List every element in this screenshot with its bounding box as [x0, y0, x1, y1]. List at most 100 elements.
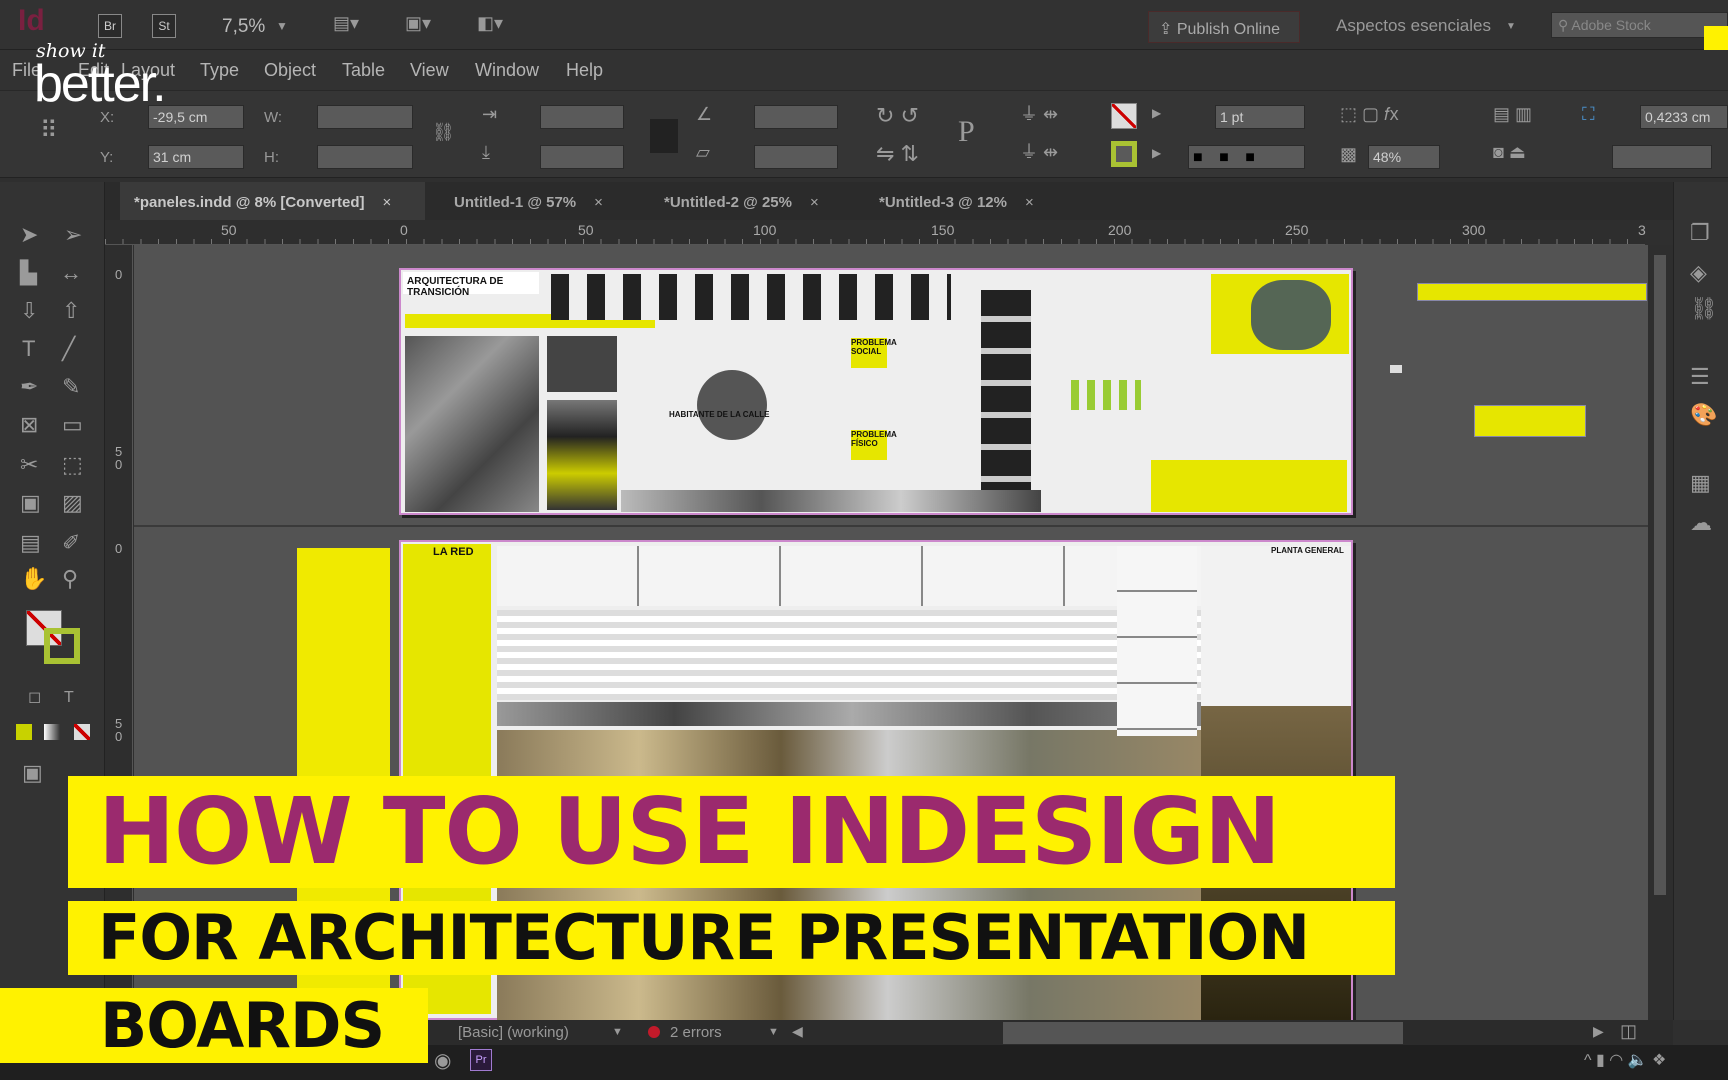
select-container-icon[interactable]: ⏚ ⇹ [1020, 105, 1058, 123]
scissors-tool-icon[interactable]: ✂ [20, 454, 38, 476]
direct-selection-tool-icon[interactable]: ➢ [64, 224, 82, 246]
selection-tool-icon[interactable]: ➤ [20, 224, 38, 246]
menu-object[interactable]: Object [264, 60, 316, 81]
stroke-panel-icon[interactable]: ☰ [1690, 366, 1710, 388]
select-content-icon[interactable]: ⏚ ⇹ [1020, 143, 1058, 161]
apply-color-icon[interactable] [16, 724, 32, 740]
apply-gradient-icon[interactable] [44, 724, 60, 740]
apply-none-icon[interactable] [74, 724, 90, 740]
stroke-swatch[interactable] [1111, 141, 1137, 167]
y-field[interactable]: 31 cm [148, 145, 244, 169]
publish-online-button[interactable]: ⇪ Publish Online [1148, 11, 1300, 43]
menu-view[interactable]: View [410, 60, 449, 81]
text-wrap-icon[interactable]: ▤ ▥ [1493, 105, 1532, 123]
layers-panel-icon[interactable]: ◈ [1690, 262, 1707, 284]
reference-p-icon[interactable]: P [958, 117, 975, 147]
gradient-feather-tool-icon[interactable]: ▨ [62, 492, 83, 514]
stroke-weight-field[interactable]: 1 pt [1215, 105, 1305, 129]
tab-untitled-1[interactable]: Untitled-1 @ 57% × [440, 182, 640, 220]
horizontal-ruler[interactable]: 50 0 50 100 150 200 250 300 3 [105, 220, 1646, 245]
workspace-switcher[interactable]: Aspectos esenciales [1336, 16, 1491, 36]
pages-panel-icon[interactable]: ❐ [1690, 222, 1710, 244]
offset-field[interactable]: 0,4233 cm [1640, 105, 1728, 129]
vertical-scrollbar[interactable] [1648, 245, 1673, 1020]
fill-menu-arrow-icon[interactable]: ▶ [1152, 107, 1161, 119]
scroll-thumb[interactable] [1654, 255, 1666, 895]
content-collector-icon[interactable]: ⇩ [20, 300, 38, 322]
type-tool-icon[interactable]: T [22, 338, 35, 360]
preflight-profile[interactable]: [Basic] (working) [458, 1024, 569, 1041]
chevron-down-icon[interactable]: ▼ [1506, 22, 1516, 32]
constrain-proportions-icon[interactable]: ⛓ [432, 123, 455, 141]
formatting-text-icon[interactable]: T [64, 690, 74, 706]
free-transform-tool-icon[interactable]: ⬚ [62, 454, 83, 476]
screen-mode-icon[interactable]: ▣▾ [405, 14, 431, 32]
width-field[interactable] [317, 105, 413, 129]
stroke-menu-arrow-icon[interactable]: ▶ [1152, 147, 1161, 159]
tab-paneles[interactable]: *paneles.indd @ 8% [Converted] × [120, 182, 425, 220]
pasteboard-object[interactable] [1390, 365, 1402, 373]
adobe-stock-search[interactable]: ⚲ Adobe Stock [1551, 12, 1728, 38]
reference-point-icon[interactable]: ⠿ [40, 119, 58, 143]
scroll-right-icon[interactable]: ▶ [1593, 1024, 1604, 1038]
stroke-color-swatch[interactable] [44, 628, 80, 664]
rectangle-tool-icon[interactable]: ▭ [62, 414, 83, 436]
opacity-field[interactable]: 48% [1368, 145, 1440, 169]
fill-swatch[interactable] [1111, 103, 1137, 129]
chevron-down-icon[interactable]: ▼ [276, 20, 288, 32]
height-field[interactable] [317, 145, 413, 169]
chrome-icon[interactable]: ◉ [434, 1051, 451, 1071]
gradient-swatch-tool-icon[interactable]: ▣ [20, 492, 41, 514]
cc-libraries-icon[interactable]: ☁ [1690, 512, 1712, 534]
rotation-field[interactable] [754, 105, 838, 129]
chevron-down-icon[interactable]: ▼ [612, 1027, 623, 1038]
close-icon[interactable]: × [383, 194, 392, 211]
rectangle-frame-tool-icon[interactable]: ⊠ [20, 414, 38, 436]
rotate-cw-icon[interactable]: ↻ ↺ [876, 105, 919, 127]
menu-window[interactable]: Window [475, 60, 539, 81]
stroke-type-select[interactable]: ■ ■ ■ [1188, 145, 1305, 169]
corner-options-icon[interactable]: ⛶ [1582, 105, 1595, 123]
formatting-container-icon[interactable]: ◻ [28, 690, 41, 706]
swatches-panel-icon[interactable]: 🎨 [1690, 404, 1717, 426]
link-scale-icon[interactable] [650, 119, 678, 153]
scale-x-field[interactable] [540, 105, 624, 129]
menu-help[interactable]: Help [566, 60, 603, 81]
frame-fitting-icon[interactable]: ⬚ ▢ 𝑓x [1340, 105, 1399, 123]
table-panel-icon[interactable]: ▦ [1690, 472, 1711, 494]
shear-field[interactable] [754, 145, 838, 169]
preflight-errors[interactable]: 2 errors [670, 1024, 722, 1041]
pasteboard-frame[interactable] [1417, 283, 1647, 301]
line-tool-icon[interactable]: ╱ [62, 338, 75, 360]
menu-table[interactable]: Table [342, 60, 385, 81]
premiere-icon[interactable]: Pr [470, 1049, 492, 1071]
wrap-options-icon[interactable]: ◙ ⏏ [1493, 143, 1526, 161]
content-placer-icon[interactable]: ⇧ [62, 300, 80, 322]
system-tray-icons[interactable]: ^ ▮ ◠ 🔈 ❖ [1584, 1053, 1666, 1069]
close-icon[interactable]: × [594, 194, 603, 211]
bridge-button[interactable]: Br [98, 14, 122, 38]
zoom-level[interactable]: 7,5% [222, 16, 265, 38]
zoom-tool-icon[interactable]: ⚲ [62, 568, 78, 590]
scale-y-field[interactable] [540, 145, 624, 169]
tab-untitled-2[interactable]: *Untitled-2 @ 25% × [650, 182, 860, 220]
eyedropper-tool-icon[interactable]: ✐ [62, 532, 80, 554]
close-icon[interactable]: × [810, 194, 819, 211]
board-page-1[interactable]: ARQUITECTURA DE TRANSICIÓN HABITANTE DE … [399, 268, 1353, 515]
pencil-tool-icon[interactable]: ✎ [62, 376, 80, 398]
view-options-icon[interactable]: ▤▾ [333, 14, 359, 32]
split-layout-icon[interactable]: ◫ [1620, 1022, 1637, 1040]
flip-icon[interactable]: ⇋ ⇅ [876, 143, 919, 165]
pasteboard-frame[interactable] [1474, 405, 1586, 437]
note-tool-icon[interactable]: ▤ [20, 532, 41, 554]
screen-mode-icon[interactable]: ▣ [22, 762, 43, 784]
menu-type[interactable]: Type [200, 60, 239, 81]
arrange-documents-icon[interactable]: ◧▾ [477, 14, 503, 32]
pen-tool-icon[interactable]: ✒ [20, 376, 38, 398]
stock-button[interactable]: St [152, 14, 176, 38]
tab-untitled-3[interactable]: *Untitled-3 @ 12% × [865, 182, 1075, 220]
chevron-down-icon[interactable]: ▼ [768, 1027, 779, 1038]
page-tool-icon[interactable]: ▙ [20, 262, 37, 284]
horizontal-scroll-thumb[interactable] [1003, 1022, 1403, 1044]
scroll-left-icon[interactable]: ◀ [792, 1024, 803, 1038]
